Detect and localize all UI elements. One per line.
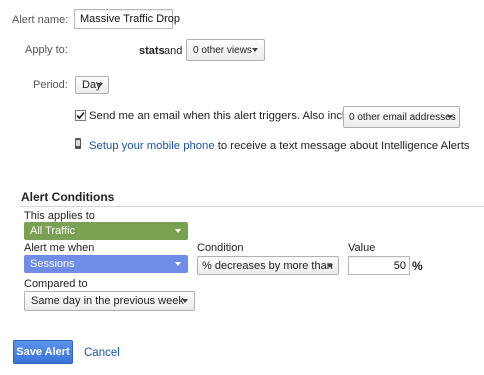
chevron-down-icon [97, 83, 103, 87]
email-text: Send me an email when this alert trigger… [89, 110, 364, 122]
mobile-text: to receive a text message about Intellig… [217, 140, 470, 152]
value-label: Value [348, 242, 376, 254]
setup-mobile-link[interactable]: Setup your mobile phone [89, 140, 215, 152]
segment-value: All Traffic [30, 225, 76, 237]
condition-value: % decreases by more than [202, 259, 333, 272]
segment-selector[interactable]: All Traffic [24, 222, 188, 240]
alert-name-input[interactable]: Massive Traffic Drop [74, 9, 180, 29]
mobile-phone-icon [75, 138, 81, 149]
email-addresses-dropdown[interactable]: 0 other email addresses [343, 106, 460, 128]
value-unit: % [412, 259, 423, 273]
mobile-row: Setup your mobile phone to receive a tex… [89, 139, 470, 153]
apply-to-conjunction: and [164, 45, 183, 57]
alert-conditions-heading: Alert Conditions [21, 190, 115, 204]
cancel-link[interactable]: Cancel [84, 346, 120, 360]
compared-to-dropdown[interactable]: Same day in the previous week [24, 291, 195, 311]
views-dropdown[interactable]: 0 other views [186, 39, 265, 61]
email-checkbox[interactable] [75, 110, 86, 121]
checkmark-icon [76, 111, 85, 120]
chevron-down-icon [182, 299, 188, 303]
chevron-down-icon [447, 115, 453, 119]
period-dropdown[interactable]: Day [75, 76, 109, 94]
metric-value: Sessions [30, 258, 75, 270]
chevron-down-icon [175, 229, 181, 233]
apply-to-label: Apply to: [25, 44, 68, 56]
value-input[interactable]: 50 [348, 256, 410, 275]
chevron-down-icon [252, 48, 258, 52]
email-addresses-dropdown-value: 0 other email addresses [349, 111, 456, 123]
compared-to-value: Same day in the previous week [31, 295, 184, 307]
alert-name-label: Alert name: [12, 14, 69, 26]
period-label: Period: [33, 79, 68, 91]
condition-dropdown[interactable]: % decreases by more than [197, 256, 339, 275]
applies-to-label: This applies to [24, 210, 95, 222]
section-divider [20, 206, 484, 207]
condition-label: Condition [197, 242, 244, 254]
views-dropdown-value: 0 other views [193, 44, 252, 56]
save-alert-button[interactable]: Save Alert [13, 340, 73, 364]
chevron-down-icon [327, 263, 333, 268]
metric-selector[interactable]: Sessions [24, 255, 188, 273]
apply-to-property: stats [139, 45, 165, 57]
compared-to-label: Compared to [24, 278, 88, 290]
chevron-down-icon [175, 262, 181, 266]
alert-when-label: Alert me when [24, 242, 95, 254]
